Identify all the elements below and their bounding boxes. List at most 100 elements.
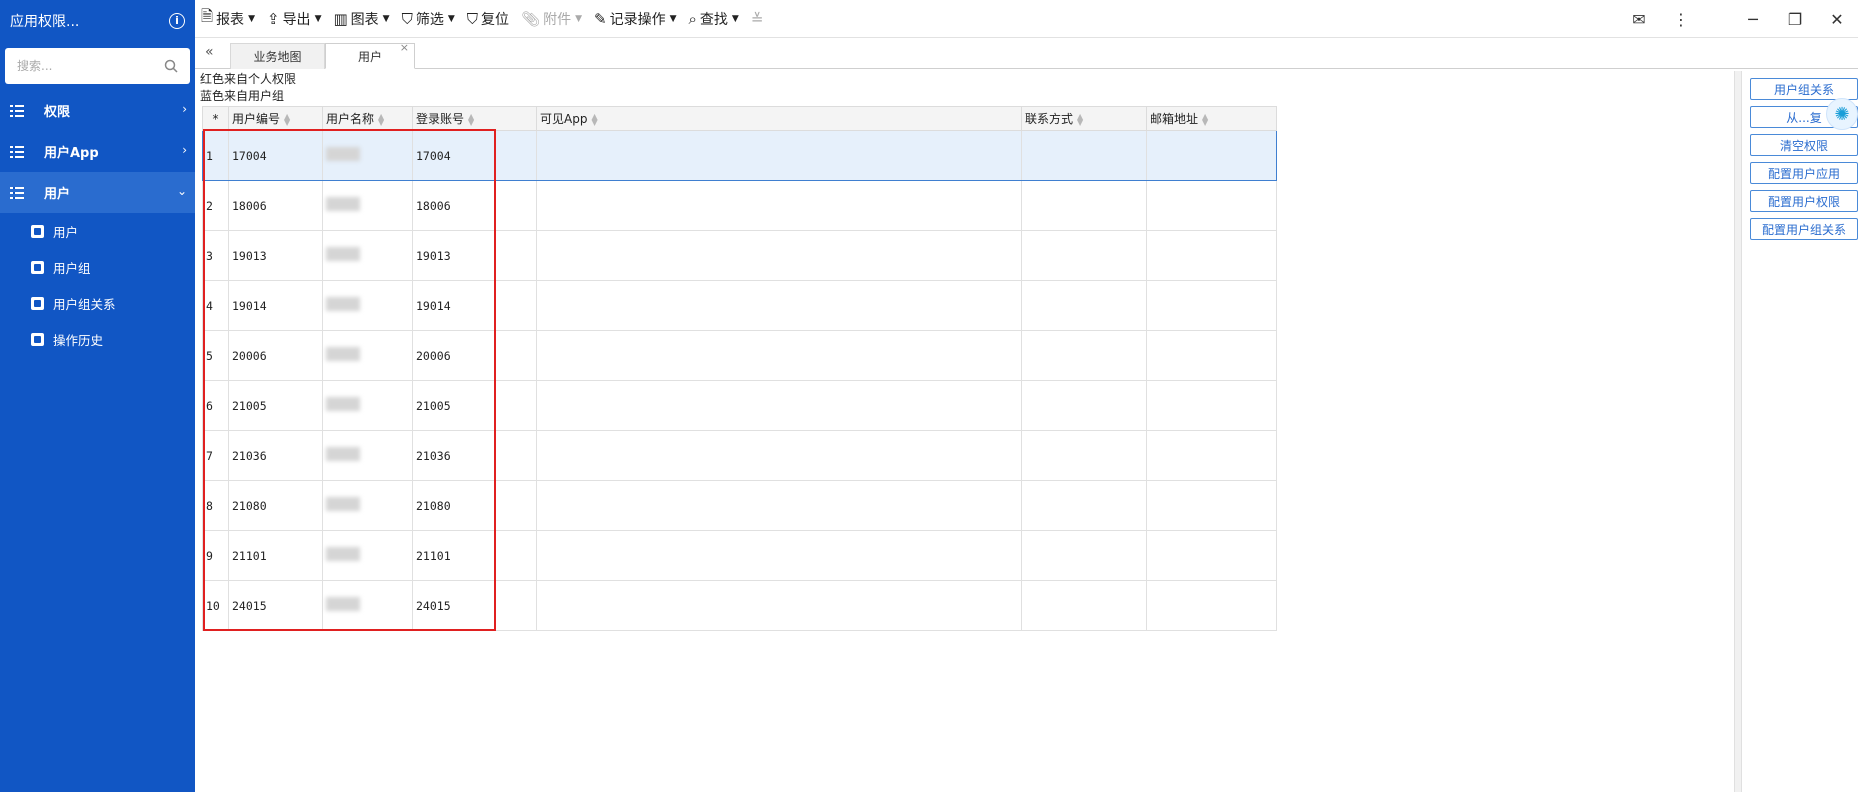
column-header-email[interactable]: 邮箱地址 ▲ ▼	[1146, 106, 1277, 131]
minimize-icon[interactable]: ─	[1732, 10, 1774, 29]
more-toolbar-button[interactable]: ≚	[745, 0, 773, 38]
collapse-sidebar-icon[interactable]: «	[205, 44, 214, 60]
table-row[interactable]: 8 21080 21080	[202, 480, 1277, 531]
table-row[interactable]: 4 19014 19014	[202, 280, 1277, 331]
cell-login[interactable]: 19014	[412, 280, 537, 331]
clear-permissions-button[interactable]: 清空权限	[1750, 134, 1858, 156]
cell-contact[interactable]	[1021, 580, 1147, 631]
reset-button[interactable]: ⛉ 复位	[461, 0, 515, 38]
configure-user-group-relation-button[interactable]: 配置用户组关系	[1750, 218, 1858, 240]
cell-user-id[interactable]: 21036	[228, 430, 323, 481]
sort-icon[interactable]: ▲ ▼	[1202, 112, 1208, 126]
cell-contact[interactable]	[1021, 280, 1147, 331]
column-header-user-id[interactable]: 用户编号 ▲ ▼	[228, 106, 323, 131]
cell-visible-app[interactable]	[536, 130, 1022, 181]
chart-button[interactable]: ▥ 图表 ▼	[327, 0, 395, 38]
ai-assistant-icon[interactable]: ✺	[1826, 98, 1858, 130]
sidebar-item-user[interactable]: 用户	[0, 213, 195, 249]
cell-login[interactable]: 21005	[412, 380, 537, 431]
panel-splitter[interactable]	[1734, 71, 1742, 792]
table-row[interactable]: 9 21101 21101	[202, 530, 1277, 581]
cell-user-name[interactable]	[322, 230, 413, 281]
sidebar-search[interactable]	[5, 48, 190, 84]
column-header-login[interactable]: 登录账号 ▲ ▼	[412, 106, 537, 131]
cell-user-id[interactable]: 20006	[228, 330, 323, 381]
table-row[interactable]: 5 20006 20006	[202, 330, 1277, 381]
cell-user-id[interactable]: 19013	[228, 230, 323, 281]
cell-login[interactable]: 21080	[412, 480, 537, 531]
cell-email[interactable]	[1146, 230, 1277, 281]
sidebar-item-operation-history[interactable]: 操作历史	[0, 321, 195, 357]
column-header-user-name[interactable]: 用户名称 ▲ ▼	[322, 106, 413, 131]
cell-email[interactable]	[1146, 580, 1277, 631]
cell-login[interactable]: 21101	[412, 530, 537, 581]
cell-email[interactable]	[1146, 280, 1277, 331]
sidebar-group-user-app[interactable]: 用户App ›	[0, 131, 195, 172]
cell-contact[interactable]	[1021, 330, 1147, 381]
info-icon[interactable]: i	[169, 12, 185, 29]
cell-user-id[interactable]: 21005	[228, 380, 323, 431]
close-icon[interactable]: ✕	[1816, 10, 1858, 29]
sidebar-group-user[interactable]: 用户 ⌄	[0, 172, 195, 213]
cell-visible-app[interactable]	[536, 430, 1022, 481]
configure-user-permissions-button[interactable]: 配置用户权限	[1750, 190, 1858, 212]
table-row[interactable]: 10 24015 24015	[202, 580, 1277, 631]
cell-user-id[interactable]: 24015	[228, 580, 323, 631]
cell-contact[interactable]	[1021, 230, 1147, 281]
table-row[interactable]: 3 19013 19013	[202, 230, 1277, 281]
cell-user-id[interactable]: 19014	[228, 280, 323, 331]
filter-button[interactable]: ⛉ 筛选 ▼	[396, 0, 461, 38]
sort-icon[interactable]: ▲ ▼	[1077, 112, 1083, 126]
cell-email[interactable]	[1146, 480, 1277, 531]
table-row[interactable]: 6 21005 21005	[202, 380, 1277, 431]
sidebar-group-permissions[interactable]: 权限 ›	[0, 90, 195, 131]
sidebar-item-user-group-relation[interactable]: 用户组关系	[0, 285, 195, 321]
cell-contact[interactable]	[1021, 430, 1147, 481]
cell-login[interactable]: 20006	[412, 330, 537, 381]
close-tab-icon[interactable]: ×	[400, 41, 409, 54]
user-group-relation-button[interactable]: 用户组关系	[1750, 78, 1858, 100]
sidebar-item-user-group[interactable]: 用户组	[0, 249, 195, 285]
cell-user-name[interactable]	[322, 330, 413, 381]
sort-icon[interactable]: ▲ ▼	[468, 112, 474, 126]
cell-user-id[interactable]: 17004	[228, 130, 323, 181]
attachment-button[interactable]: 📎︎ 附件 ▼	[515, 0, 588, 38]
more-vertical-icon[interactable]: ⋮	[1660, 10, 1702, 29]
cell-user-name[interactable]	[322, 430, 413, 481]
column-header-contact[interactable]: 联系方式 ▲ ▼	[1021, 106, 1147, 131]
cell-contact[interactable]	[1021, 130, 1147, 181]
cell-user-name[interactable]	[322, 130, 413, 181]
cell-login[interactable]: 19013	[412, 230, 537, 281]
mail-icon[interactable]: ✉	[1618, 10, 1660, 29]
cell-visible-app[interactable]	[536, 530, 1022, 581]
cell-login[interactable]: 24015	[412, 580, 537, 631]
cell-contact[interactable]	[1021, 380, 1147, 431]
cell-user-id[interactable]: 21101	[228, 530, 323, 581]
restore-icon[interactable]: ❐	[1774, 10, 1816, 29]
table-row[interactable]: 2 18006 18006	[202, 180, 1277, 231]
export-button[interactable]: ⇪ 导出 ▼	[261, 0, 328, 38]
cell-user-name[interactable]	[322, 280, 413, 331]
report-button[interactable]: 🗎 报表 ▼	[195, 0, 261, 38]
column-header-visible-app[interactable]: 可见App ▲ ▼	[536, 106, 1022, 131]
cell-email[interactable]	[1146, 530, 1277, 581]
cell-user-id[interactable]: 21080	[228, 480, 323, 531]
cell-visible-app[interactable]	[536, 180, 1022, 231]
cell-user-name[interactable]	[322, 530, 413, 581]
cell-visible-app[interactable]	[536, 580, 1022, 631]
cell-login[interactable]: 21036	[412, 430, 537, 481]
cell-visible-app[interactable]	[536, 280, 1022, 331]
cell-user-name[interactable]	[322, 580, 413, 631]
search-input[interactable]	[17, 59, 157, 73]
cell-contact[interactable]	[1021, 480, 1147, 531]
cell-contact[interactable]	[1021, 530, 1147, 581]
record-operations-button[interactable]: ✎ 记录操作 ▼	[588, 0, 683, 38]
cell-user-name[interactable]	[322, 180, 413, 231]
table-row[interactable]: 1 17004 17004	[202, 130, 1277, 181]
sort-icon[interactable]: ▲ ▼	[284, 112, 290, 126]
cell-email[interactable]	[1146, 380, 1277, 431]
tab-user[interactable]: 用户 ×	[325, 41, 415, 69]
cell-visible-app[interactable]	[536, 480, 1022, 531]
cell-visible-app[interactable]	[536, 330, 1022, 381]
configure-user-apps-button[interactable]: 配置用户应用	[1750, 162, 1858, 184]
